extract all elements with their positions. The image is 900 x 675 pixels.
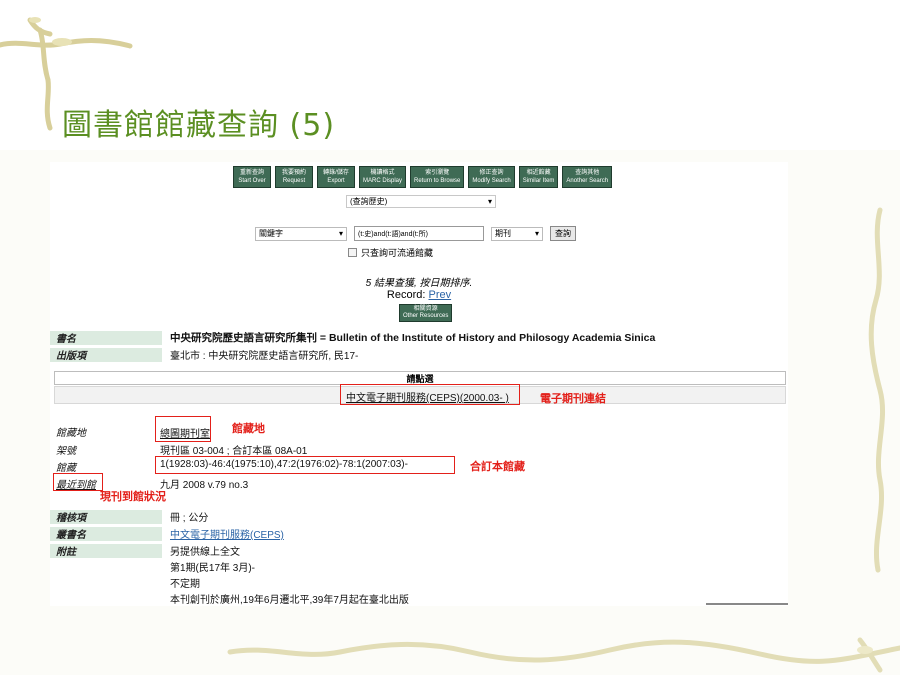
physical-row: 稽核項 冊 ; 公分 (50, 509, 788, 524)
please-select-header: 請點選 (54, 371, 786, 385)
holdings-highlight-box (155, 456, 455, 474)
available-only-checkbox[interactable] (348, 248, 357, 257)
search-history-select[interactable]: (查詢歷史) ▾ (346, 195, 496, 208)
ejournal-annotation: 電子期刊連結 (540, 393, 606, 405)
export-button[interactable]: 轉錄/儲存 Export (317, 166, 355, 188)
ejournal-highlight-box (340, 384, 520, 405)
series-label: 叢書名 (50, 526, 162, 541)
material-type-select[interactable]: 期刊 ▾ (491, 226, 543, 241)
location-highlight-box (155, 416, 211, 442)
results-summary: 5 結果查獲, 按日期排序. (365, 278, 473, 289)
opac-screenshot: 重新查詢 Start Over 我要預約 Request 轉錄/儲存 Export 機… (50, 162, 788, 606)
location-label: 館藏地 (56, 428, 86, 439)
publication-row: 出版項 臺北市 : 中央研究院歷史語言研究所, 民17- (50, 347, 788, 362)
publication-value: 臺北市 : 中央研究院歷史語言研究所, 民17- (170, 351, 359, 362)
title-value: 中央研究院歷史語言研究所集刊 = Bulletin of the Institu… (170, 332, 656, 344)
modify-search-button[interactable]: 修正查詢 Modify Search (468, 166, 515, 188)
prev-record-link[interactable]: Prev (428, 289, 451, 301)
search-query-input[interactable]: (t:史)and(t:語)and(t:所) (354, 226, 484, 241)
marc-display-button[interactable]: 機讀格式 MARC Display (359, 166, 407, 188)
toolbar: 重新查詢 Start Over 我要預約 Request 轉錄/儲存 Export 機… (233, 166, 613, 188)
return-to-browse-button[interactable]: 索引瀏覽 Return to Browse (410, 166, 465, 188)
physical-value: 冊 ; 公分 (170, 513, 209, 524)
notes-label: 附註 (50, 543, 162, 558)
callno-label: 架號 (56, 446, 76, 457)
slide-title: 圖書館館藏查詢 (5) (62, 108, 336, 143)
current-status-annotation: 現刊到館狀況 (100, 491, 166, 503)
record-navigation: Record: Prev (386, 289, 452, 301)
callno-value: 現刊區 03-004 ; 合訂本區 08A-01 (160, 446, 308, 457)
location-annotation: 館藏地 (232, 423, 265, 435)
bound-annotation: 合訂本館藏 (470, 461, 525, 473)
holdings-label: 館藏 (56, 463, 76, 474)
physical-label: 稽核項 (50, 509, 162, 524)
publication-label: 出版項 (50, 347, 162, 362)
title-label: 書名 (50, 330, 162, 345)
similar-item-button[interactable]: 相近館藏 Similar Item (518, 166, 559, 188)
start-over-button[interactable]: 重新查詢 Start Over (233, 166, 271, 188)
series-link[interactable]: 中文電子期刊服務(CEPS) (170, 530, 284, 541)
search-submit-button[interactable]: 查詢 (550, 226, 576, 241)
other-resources-button[interactable]: 相關資源 Other Resources (399, 304, 453, 322)
available-only-option[interactable]: 只查詢可流通館藏 (348, 246, 433, 259)
note-line: 第1期(民17年 3月)- (170, 563, 256, 574)
note-line: 本刊創刊於廣州,19年6月遷北平,39年7月起在臺北出版 (170, 595, 409, 606)
dropdown-arrow-icon: ▾ (487, 197, 492, 206)
latest-arrival-value: 九月 2008 v.79 no.3 (160, 480, 249, 491)
note-line: 不定期 (170, 579, 200, 590)
search-row: 關鍵字 ▾ (t:史)and(t:語)and(t:所) 期刊 ▾ 查詢 (255, 226, 576, 241)
horizontal-scrollbar[interactable] (706, 603, 788, 605)
series-row: 叢書名 中文電子期刊服務(CEPS) (50, 526, 788, 541)
dropdown-arrow-icon: ▾ (534, 229, 539, 238)
title-row: 書名 中央研究院歷史語言研究所集刊 = Bulletin of the Inst… (50, 330, 788, 345)
request-button[interactable]: 我要預約 Request (275, 166, 313, 188)
another-search-button[interactable]: 查詢其他 Another Search (562, 166, 613, 188)
search-field-select[interactable]: 關鍵字 ▾ (255, 226, 347, 241)
latest-highlight-box (53, 473, 103, 491)
notes-row: 附註 另提供線上全文 (50, 543, 788, 558)
note-line: 另提供線上全文 (170, 547, 240, 558)
dropdown-arrow-icon: ▾ (338, 229, 343, 238)
